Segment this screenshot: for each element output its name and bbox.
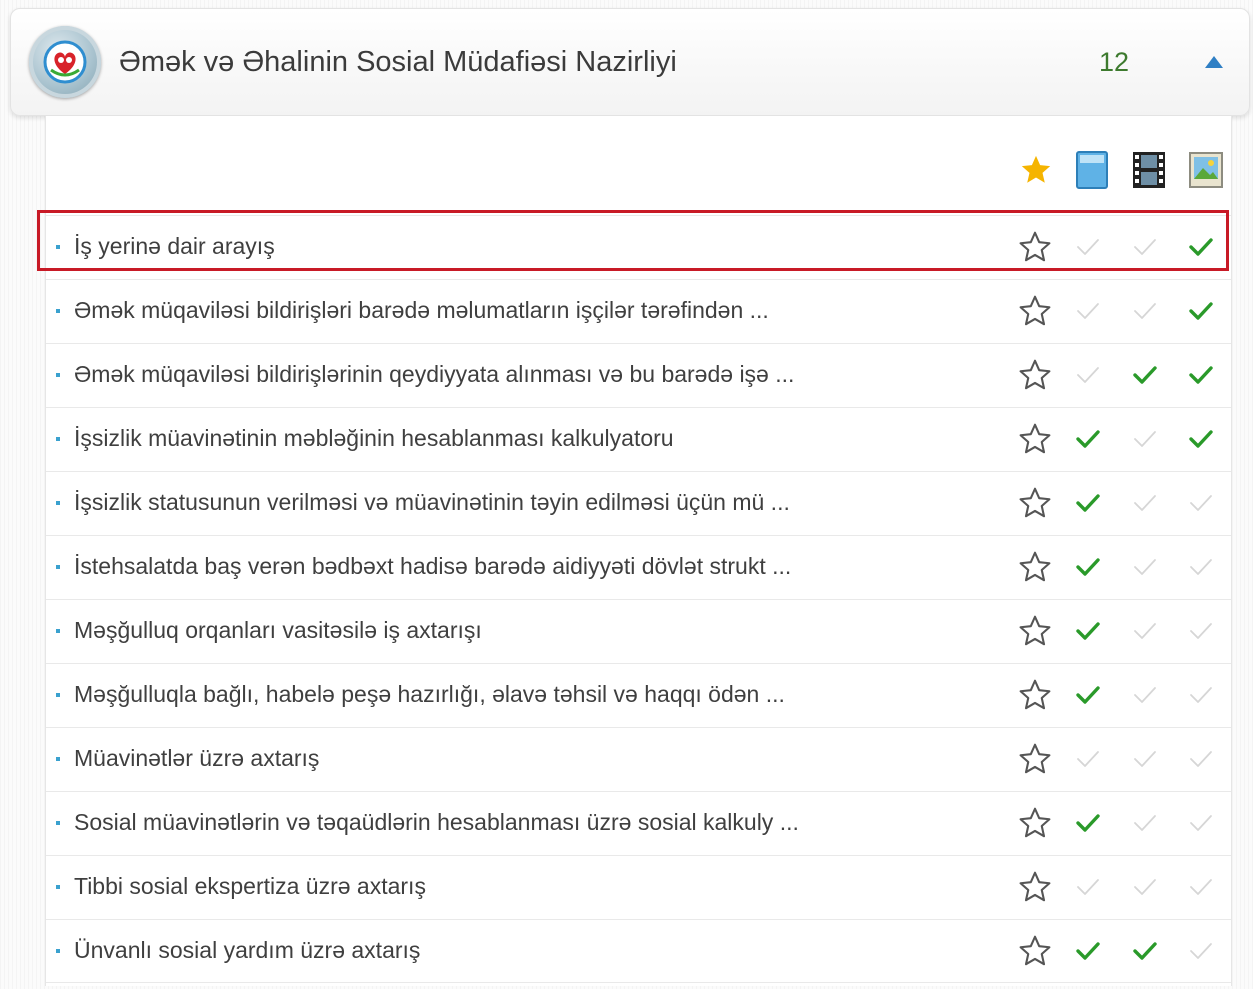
checkmark-unavailable-icon <box>1131 426 1159 452</box>
favorite-star-icon[interactable] <box>1017 677 1053 713</box>
service-link[interactable]: Əmək müqaviləsi bildirişlərinin qeydiyya… <box>74 361 794 388</box>
checkmark-unavailable-icon <box>1074 874 1102 900</box>
service-link[interactable]: Ünvanlı sosial yardım üzrə axtarış <box>74 937 420 964</box>
service-row[interactable]: Müavinətlər üzrə axtarış <box>46 727 1231 791</box>
bullet-icon <box>56 885 60 889</box>
checkmark-unavailable-icon <box>1187 682 1215 708</box>
service-link[interactable]: Məşğulluq orqanları vasitəsilə iş axtarı… <box>74 617 482 644</box>
favorite-star-icon[interactable] <box>1017 933 1053 969</box>
image-icon[interactable] <box>1186 150 1226 190</box>
checkmark-available-icon <box>1187 298 1215 324</box>
favorite-star-icon[interactable] <box>1017 485 1053 521</box>
checkmark-unavailable-icon <box>1131 682 1159 708</box>
checkmark-unavailable-icon <box>1131 874 1159 900</box>
checkmark-unavailable-icon <box>1131 234 1159 260</box>
bullet-icon <box>56 821 60 825</box>
ministry-logo <box>29 26 101 98</box>
bullet-icon <box>56 501 60 505</box>
service-row[interactable]: İstehsalatda baş verən bədbəxt hadisə ba… <box>46 535 1231 599</box>
star-icon[interactable] <box>1016 150 1056 190</box>
triangle-up-icon <box>1205 56 1223 68</box>
service-link[interactable]: Sosial müavinətlərin və təqaüdlərin hesa… <box>74 809 799 836</box>
favorite-star-icon[interactable] <box>1017 869 1053 905</box>
bullet-icon <box>56 693 60 697</box>
bullet-icon <box>56 437 60 441</box>
checkmark-unavailable-icon <box>1131 618 1159 644</box>
bullet-icon <box>56 629 60 633</box>
panel-header[interactable]: Əmək və Əhalinin Sosial Müdafiəsi Nazirl… <box>10 8 1250 116</box>
service-link[interactable]: Məşğulluqla bağlı, habelə peşə hazırlığı… <box>74 681 785 708</box>
collapse-toggle[interactable] <box>1189 42 1239 82</box>
checkmark-unavailable-icon <box>1074 746 1102 772</box>
checkmark-available-icon <box>1074 682 1102 708</box>
checkmark-available-icon <box>1074 426 1102 452</box>
checkmark-unavailable-icon <box>1187 618 1215 644</box>
checkmark-unavailable-icon <box>1074 234 1102 260</box>
service-row[interactable]: Məşğulluq orqanları vasitəsilə iş axtarı… <box>46 599 1231 663</box>
bullet-icon <box>56 949 60 953</box>
checkmark-unavailable-icon <box>1074 362 1102 388</box>
checkmark-unavailable-icon <box>1131 554 1159 580</box>
checkmark-unavailable-icon <box>1131 746 1159 772</box>
favorite-star-icon[interactable] <box>1017 293 1053 329</box>
favorite-star-icon[interactable] <box>1017 549 1053 585</box>
checkmark-available-icon <box>1074 618 1102 644</box>
service-link[interactable]: İstehsalatda baş verən bədbəxt hadisə ba… <box>74 553 791 580</box>
favorite-star-icon[interactable] <box>1017 229 1053 265</box>
checkmark-unavailable-icon <box>1187 810 1215 836</box>
service-link[interactable]: İş yerinə dair arayış <box>74 233 275 260</box>
checkmark-available-icon <box>1187 426 1215 452</box>
checkmark-unavailable-icon <box>1131 810 1159 836</box>
film-icon[interactable] <box>1129 150 1169 190</box>
service-list-container: İş yerinə dair arayış Əmək müqaviləsi bil… <box>45 116 1232 986</box>
service-link[interactable]: Əmək müqaviləsi bildirişləri barədə məlu… <box>74 297 769 324</box>
favorite-star-icon[interactable] <box>1017 357 1053 393</box>
service-row[interactable]: İşsizlik müavinətinin məbləğinin hesabla… <box>46 407 1231 471</box>
checkmark-available-icon <box>1187 234 1215 260</box>
document-icon[interactable] <box>1072 150 1112 190</box>
service-row[interactable]: Tibbi sosial ekspertiza üzrə axtarış <box>46 855 1231 919</box>
bullet-icon <box>56 757 60 761</box>
favorite-star-icon[interactable] <box>1017 421 1053 457</box>
service-row[interactable]: İşsizlik statusunun verilməsi və müavinə… <box>46 471 1231 535</box>
checkmark-unavailable-icon <box>1187 554 1215 580</box>
bullet-icon <box>56 565 60 569</box>
filter-icons <box>1016 150 1231 190</box>
favorite-star-icon[interactable] <box>1017 613 1053 649</box>
service-row[interactable]: Əmək müqaviləsi bildirişləri barədə məlu… <box>46 279 1231 343</box>
checkmark-unavailable-icon <box>1187 746 1215 772</box>
checkmark-unavailable-icon <box>1187 490 1215 516</box>
service-count: 12 <box>1099 46 1130 77</box>
checkmark-unavailable-icon <box>1074 298 1102 324</box>
service-row[interactable]: Məşğulluqla bağlı, habelə peşə hazırlığı… <box>46 663 1231 727</box>
checkmark-unavailable-icon <box>1131 490 1159 516</box>
ministry-title: Əmək və Əhalinin Sosial Müdafiəsi Nazirl… <box>119 45 677 78</box>
checkmark-available-icon <box>1074 554 1102 580</box>
service-row[interactable]: Əmək müqaviləsi bildirişlərinin qeydiyya… <box>46 343 1231 407</box>
ministry-panel: Əmək və Əhalinin Sosial Müdafiəsi Nazirl… <box>10 8 1250 986</box>
checkmark-unavailable-icon <box>1187 938 1215 964</box>
service-link[interactable]: Müavinətlər üzrə axtarış <box>74 745 319 772</box>
service-row[interactable]: İş yerinə dair arayış <box>46 215 1231 279</box>
service-row[interactable]: Sosial müavinətlərin və təqaüdlərin hesa… <box>46 791 1231 855</box>
favorite-star-icon[interactable] <box>1017 805 1053 841</box>
service-list: İş yerinə dair arayış Əmək müqaviləsi bil… <box>46 215 1231 983</box>
checkmark-available-icon <box>1074 810 1102 836</box>
checkmark-available-icon <box>1131 362 1159 388</box>
checkmark-unavailable-icon <box>1187 874 1215 900</box>
service-link[interactable]: Tibbi sosial ekspertiza üzrə axtarış <box>74 873 426 900</box>
checkmark-available-icon <box>1187 362 1215 388</box>
checkmark-unavailable-icon <box>1131 298 1159 324</box>
bullet-icon <box>56 245 60 249</box>
checkmark-available-icon <box>1131 938 1159 964</box>
service-row[interactable]: Ünvanlı sosial yardım üzrə axtarış <box>46 919 1231 983</box>
favorite-star-icon[interactable] <box>1017 741 1053 777</box>
bullet-icon <box>56 373 60 377</box>
service-link[interactable]: İşsizlik statusunun verilməsi və müavinə… <box>74 489 790 516</box>
bullet-icon <box>56 309 60 313</box>
service-link[interactable]: İşsizlik müavinətinin məbləğinin hesabla… <box>74 425 674 452</box>
checkmark-available-icon <box>1074 938 1102 964</box>
checkmark-available-icon <box>1074 490 1102 516</box>
